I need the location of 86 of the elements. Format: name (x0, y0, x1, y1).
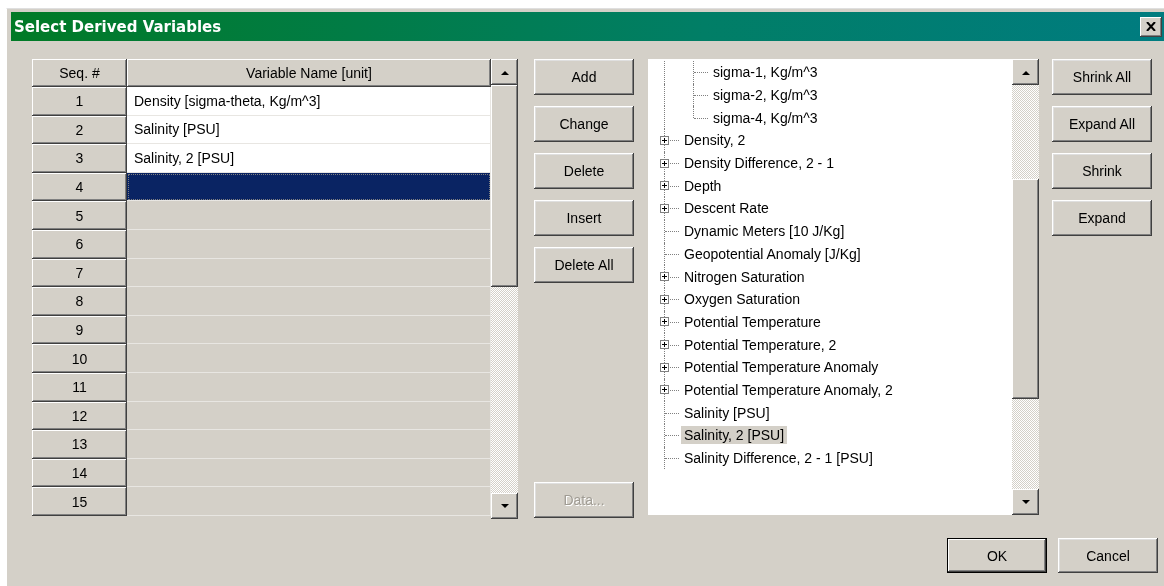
table-cell[interactable] (127, 172, 491, 202)
tree-item[interactable]: Geopotential Anomaly [J/Kg] (681, 244, 864, 263)
tree-item[interactable]: Salinity [PSU] (681, 403, 773, 422)
table-cell[interactable] (127, 430, 491, 459)
tree-item[interactable]: sigma-4, Kg/m^3 (710, 108, 821, 127)
expand-icon[interactable] (660, 272, 669, 282)
table-cell[interactable] (127, 229, 491, 259)
table-cell[interactable]: Salinity [PSU] (127, 115, 491, 145)
tree-item[interactable]: Depth (681, 176, 725, 195)
scroll-thumb[interactable] (491, 85, 518, 287)
expand-icon[interactable] (660, 362, 669, 372)
tree-item[interactable]: Nitrogen Saturation (681, 267, 808, 286)
button[interactable]: Add (534, 59, 634, 95)
button[interactable]: Expand All (1052, 106, 1152, 142)
column-header[interactable]: Seq. # (32, 59, 127, 87)
table-cell[interactable] (127, 458, 491, 488)
button[interactable]: Insert (534, 200, 634, 236)
tree-item[interactable]: Density, 2 (681, 131, 749, 150)
row-header: 3 (32, 144, 127, 173)
button[interactable]: Delete (534, 153, 634, 189)
column-header[interactable]: Variable Name [unit] (127, 59, 491, 87)
close-icon (1146, 22, 1156, 31)
expand-icon[interactable] (660, 158, 669, 168)
row-header: 15 (32, 487, 127, 516)
button[interactable]: Expand (1052, 200, 1152, 236)
button[interactable]: Shrink (1052, 153, 1152, 189)
tree-item[interactable]: sigma-1, Kg/m^3 (710, 63, 821, 82)
button[interactable]: Shrink All (1052, 59, 1152, 95)
expand-icon[interactable] (660, 203, 669, 213)
row-header: 8 (32, 287, 127, 316)
table-cell[interactable] (127, 344, 491, 373)
scroll-down-button[interactable] (491, 493, 518, 519)
tree-item[interactable]: Salinity, 2 [PSU] (681, 426, 788, 445)
row-header: 7 (32, 258, 127, 288)
window-title: Select Derived Variables (14, 17, 222, 36)
down-arrow-icon (500, 503, 509, 509)
tree-item[interactable]: Dynamic Meters [10 J/Kg] (681, 222, 848, 241)
expand-icon[interactable] (660, 385, 669, 395)
scrollbar[interactable] (1012, 59, 1039, 515)
table-cell[interactable] (127, 401, 491, 431)
down-arrow-icon (1021, 499, 1030, 505)
button[interactable]: OK (947, 538, 1047, 573)
scroll-up-button[interactable] (1012, 59, 1039, 85)
row-header: 14 (32, 458, 127, 488)
tree-item[interactable]: sigma-2, Kg/m^3 (710, 86, 821, 105)
button[interactable]: Change (534, 106, 634, 142)
table-cell[interactable] (127, 287, 491, 316)
tree-item[interactable]: Potential Temperature (681, 312, 824, 331)
table-cell[interactable] (127, 372, 491, 402)
scrollbar[interactable] (491, 59, 518, 519)
row-header: 13 (32, 430, 127, 459)
row-header: 2 (32, 115, 127, 145)
up-arrow-icon (500, 69, 509, 75)
row-header: 12 (32, 401, 127, 431)
scroll-thumb[interactable] (1012, 179, 1039, 399)
row-header: 5 (32, 201, 127, 230)
expand-icon[interactable] (660, 317, 669, 327)
up-arrow-icon (1021, 69, 1030, 75)
button[interactable]: Cancel (1058, 538, 1158, 573)
expand-icon[interactable] (660, 181, 669, 191)
table-cell[interactable] (127, 258, 491, 288)
table-cell[interactable] (127, 315, 491, 345)
scroll-down-button[interactable] (1012, 489, 1039, 515)
tree-item[interactable]: Potential Temperature, 2 (681, 335, 840, 354)
table-cell[interactable] (127, 487, 491, 516)
button[interactable]: Delete All (534, 247, 634, 283)
row-header: 4 (32, 172, 127, 202)
tree-item[interactable]: Potential Temperature Anomaly, 2 (681, 380, 896, 399)
tree-item[interactable]: Potential Temperature Anomaly (681, 358, 882, 377)
scroll-up-button[interactable] (491, 59, 518, 85)
close-button[interactable] (1140, 16, 1162, 37)
row-header: 10 (32, 344, 127, 373)
tree-item[interactable]: Descent Rate (681, 199, 772, 218)
table-cell[interactable]: Salinity, 2 [PSU] (127, 144, 491, 173)
tree-item[interactable]: Salinity Difference, 2 - 1 [PSU] (681, 449, 876, 468)
expand-icon[interactable] (660, 340, 669, 350)
expand-icon[interactable] (660, 135, 669, 145)
row-header: 1 (32, 87, 127, 116)
table-cell[interactable]: Density [sigma-theta, Kg/m^3] (127, 87, 491, 116)
expand-icon[interactable] (660, 294, 669, 304)
row-header: 6 (32, 229, 127, 259)
tree-item[interactable]: Oxygen Saturation (681, 290, 803, 309)
table-cell[interactable] (127, 201, 491, 230)
row-header: 9 (32, 315, 127, 345)
row-header: 11 (32, 372, 127, 402)
tree-item[interactable]: Density Difference, 2 - 1 (681, 154, 837, 173)
